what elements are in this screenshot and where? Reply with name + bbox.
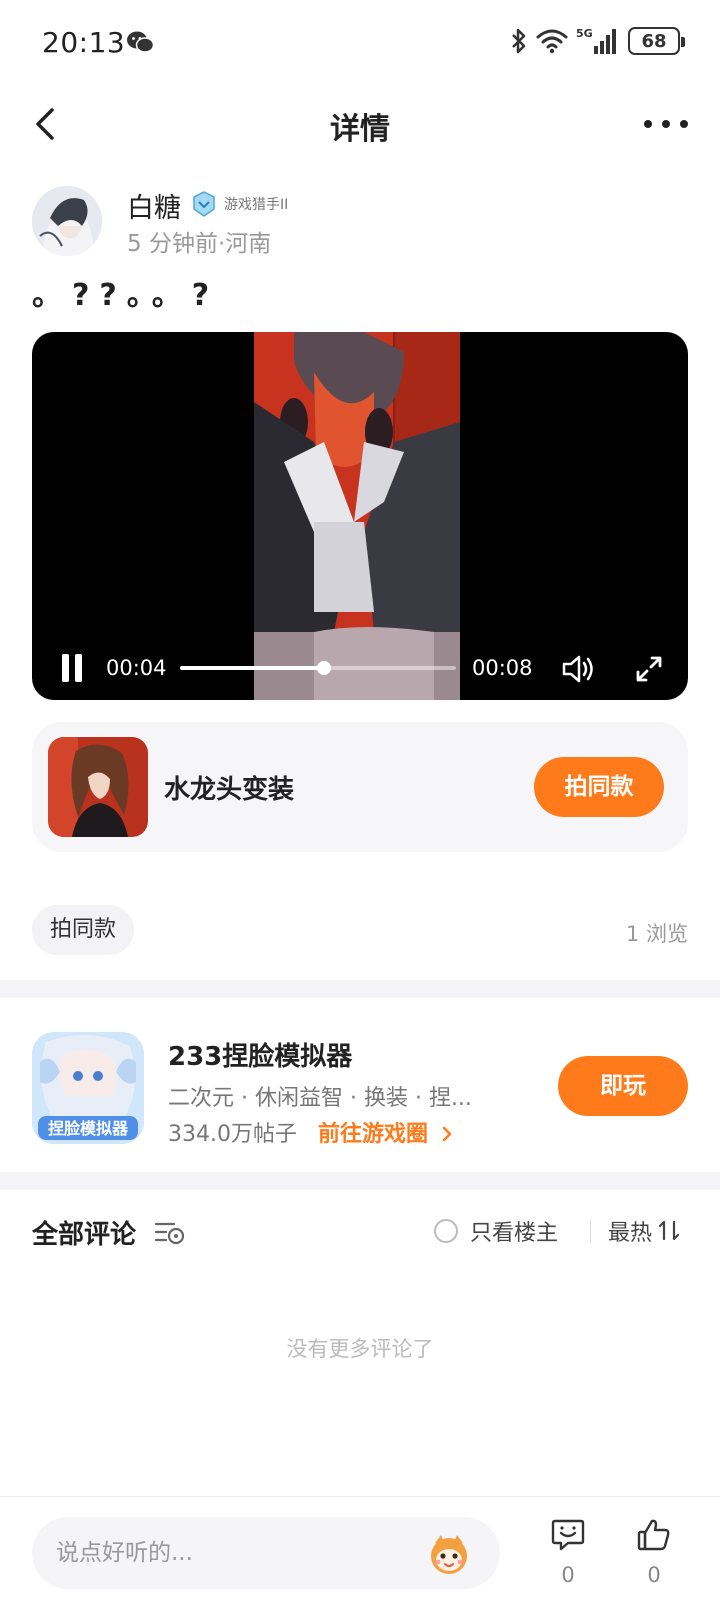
video-frame [254,332,460,700]
game-post-count: 334.0万帖子 [168,1122,297,1147]
sort-icon [658,1220,680,1241]
avatar[interactable] [32,186,102,256]
game-icon: 捏脸模拟器 [32,1032,144,1144]
owner-only-radio[interactable] [434,1219,458,1243]
video-progress-bar[interactable] [180,661,456,675]
more-options-icon[interactable] [644,106,688,142]
template-name: 水龙头变装 [164,775,295,805]
template-thumbnail [48,737,148,837]
post-text: 。??。。? [32,278,220,313]
author-name[interactable]: 白糖 [127,186,181,225]
emoji-mascot-icon[interactable] [426,1531,472,1577]
bluetooth-icon [512,28,526,54]
comment-filter-icon[interactable] [154,1218,186,1246]
post-author: 白糖 游戏猎手II 5 分钟前·河南 [32,186,692,262]
comment-icon [551,1519,585,1551]
video-total-time: 00:08 [472,656,533,680]
like-count: 0 [647,1563,661,1587]
template-card[interactable]: 水龙头变装 拍同款 [32,722,688,852]
game-circle-link[interactable]: 前往游戏圈 [318,1116,454,1148]
top-nav: 详情 [0,84,720,174]
author-badge: 游戏猎手II [224,197,289,213]
divider [590,1220,591,1242]
video-progress-handle[interactable] [316,661,331,675]
video-player[interactable]: 00:04 00:08 [32,332,688,700]
thumbs-up-icon [637,1519,670,1551]
status-time: 20:13 [42,26,126,59]
view-count: 1 浏览 [625,922,688,946]
wechat-icon [127,31,154,53]
empty-comments-message: 没有更多评论了 [286,1337,434,1361]
fullscreen-icon[interactable] [632,652,666,686]
game-circle-link-label: 前往游戏圈 [318,1122,429,1147]
owner-only-toggle[interactable]: 只看楼主 [434,1214,558,1248]
page-title: 详情 [330,112,390,147]
section-divider [0,1172,720,1190]
wifi-icon [536,29,568,54]
comments-title: 全部评论 [32,1220,137,1250]
post-detail-page: 20:13 5G 68 详情 白糖 游戏猎手II 5 分钟前·河南 。??。。?… [0,0,720,1610]
status-icons: 5G 68 [510,24,685,58]
bottom-action-bar: 0 0 [0,1496,720,1610]
battery-indicator: 68 [628,27,685,55]
game-icon-logo: 捏脸模拟器 [48,1119,129,1138]
comment-count: 0 [561,1563,575,1587]
game-name: 233捏脸模拟器 [168,1042,353,1072]
comment-count-button[interactable]: 0 [538,1513,598,1593]
game-card[interactable]: 捏脸模拟器 233捏脸模拟器 二次元 · 休闲益智 · 换装 · 捏... 33… [0,1000,720,1170]
play-now-button[interactable]: 即玩 [558,1056,688,1116]
topic-tag[interactable]: 拍同款 [32,905,135,955]
like-button[interactable]: 0 [624,1513,684,1593]
pause-icon[interactable] [60,654,84,684]
network-label: 5G [576,27,593,40]
video-progress-fill [180,666,324,670]
volume-icon[interactable] [560,652,596,686]
sort-toggle[interactable]: 最热 [608,1214,680,1248]
sort-label: 最热 [608,1221,653,1246]
shoot-same-button[interactable]: 拍同款 [534,757,664,817]
chevron-right-icon [442,1126,451,1142]
post-meta: 5 分钟前·河南 [127,231,272,257]
comments-header: 全部评论 只看楼主 最热 [0,1210,720,1260]
game-tags: 二次元 · 休闲益智 · 换装 · 捏... [168,1086,472,1111]
video-current-time: 00:04 [106,656,167,680]
signal-icon: 5G [576,27,616,54]
owner-only-label: 只看楼主 [470,1221,559,1246]
status-bar: 20:13 5G 68 [0,0,720,84]
game-hunter-badge-icon [193,191,215,217]
section-divider [0,980,720,998]
